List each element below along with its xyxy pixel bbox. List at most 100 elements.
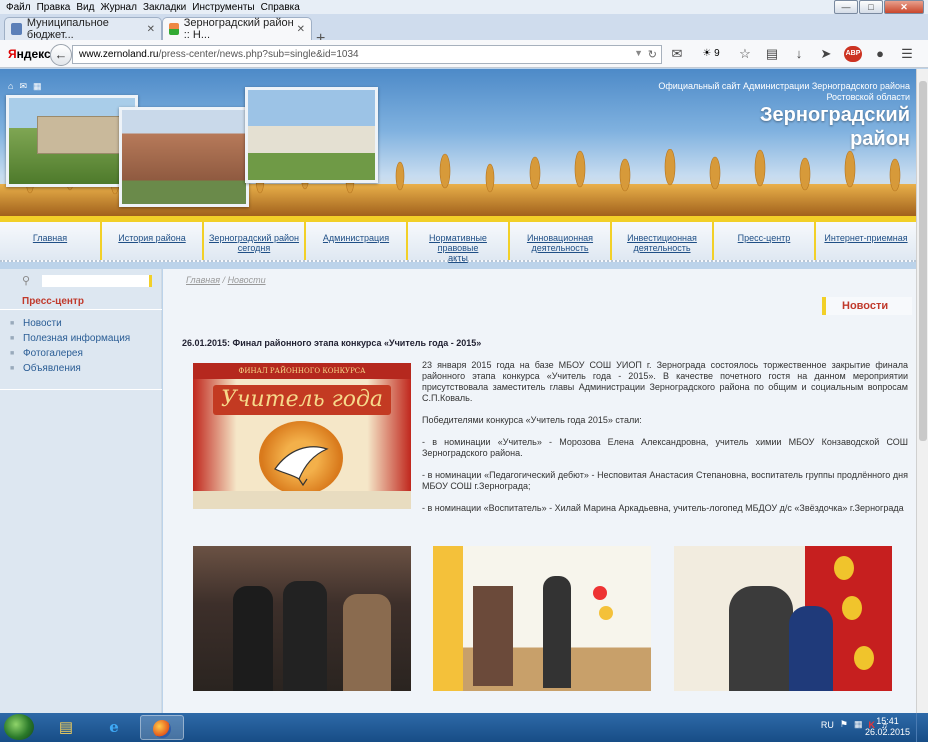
menu-history[interactable]: Журнал [100, 2, 137, 13]
vertical-scrollbar[interactable] [916, 69, 928, 713]
nav-innovation[interactable]: Инновационная деятельность [508, 222, 610, 260]
article-paragraph: Победителями конкурса «Учитель года 2015… [422, 415, 642, 425]
close-icon[interactable]: ✕ [297, 24, 305, 35]
address-bar[interactable]: www.zernoland.ru/press-center/news.php?s… [72, 45, 662, 64]
sidebar-item-label: Новости [23, 317, 62, 329]
book-icon [11, 23, 22, 35]
nav-press-center[interactable]: Пресс-центр [712, 222, 814, 260]
divider [0, 389, 162, 390]
toolbar-icons: ✉ ☀ 9 ☆ ▤ ↓ ➤ ABP ● ☰ [668, 46, 925, 62]
tab-label: Зерноградский район :: Н... [183, 17, 294, 41]
menu-edit[interactable]: Правка [37, 2, 71, 13]
clipboard-icon[interactable]: ▤ [763, 46, 781, 62]
search-icon[interactable]: ⚲ [22, 274, 36, 288]
menu-bookmarks[interactable]: Закладки [143, 2, 186, 13]
site-title-line-1: Зерноградский [760, 104, 910, 126]
nav-label: Зерноградский район [209, 233, 299, 243]
site-title: Зерноградский район [760, 103, 910, 151]
sidebar-item-announcements[interactable]: ■ Объявления [10, 362, 130, 374]
reload-icon[interactable]: ↻ [648, 48, 657, 61]
url-path: /press-center/news.php?sub=single&id=103… [158, 49, 359, 60]
article-paragraph: - в номинации «Педагогический дебют» - Н… [422, 470, 908, 491]
menu-view[interactable]: Вид [76, 2, 94, 13]
nav-label-2: деятельность [633, 243, 691, 253]
back-button[interactable]: ← [50, 44, 72, 66]
mail-icon[interactable]: ✉ [19, 81, 27, 92]
sitemap-icon[interactable]: ▦ [33, 81, 42, 92]
hamburger-menu-icon[interactable]: ☰ [898, 46, 916, 62]
nav-legal-acts[interactable]: Нормативные правовые акты [406, 222, 508, 263]
home-icon[interactable]: ⌂ [8, 81, 13, 92]
maximize-button[interactable]: □ [859, 0, 883, 14]
menu-file[interactable]: Файл [6, 2, 31, 13]
show-desktop-button[interactable] [916, 713, 928, 742]
scrollbar-thumb[interactable] [919, 81, 927, 441]
network-icon[interactable]: ▦ [854, 719, 863, 730]
clock[interactable]: 15:41 26.02.2015 [865, 716, 910, 738]
language-indicator[interactable]: RU [821, 720, 834, 730]
mail-icon[interactable]: ✉ [668, 46, 686, 62]
tab-bar: Муниципальное бюджет... ✕ Зерноградский … [0, 14, 928, 47]
nav-label-2: деятельность [531, 243, 589, 253]
nav-district-today[interactable]: Зерноградский район сегодня [202, 222, 304, 260]
gallery-photo-audience[interactable] [193, 546, 411, 691]
nav-label: Администрация [322, 233, 390, 243]
church-photo [245, 87, 378, 183]
bookmark-star-icon[interactable]: ☆ [736, 46, 754, 62]
tab-label: Муниципальное бюджет... [26, 17, 109, 41]
nav-history[interactable]: История района [100, 222, 202, 260]
send-icon[interactable]: ➤ [817, 46, 835, 62]
tab-zernoland[interactable]: Зерноградский район :: Н... ✕ [162, 17, 312, 41]
explorer-taskbar-icon[interactable]: ▤ [44, 715, 88, 740]
logo-rest: ндекс [16, 47, 51, 61]
menu-tools[interactable]: Инструменты [192, 2, 254, 13]
article-paragraph: - в номинации «Воспитатель» - Хилай Мари… [422, 503, 904, 513]
bullet-icon: ■ [10, 350, 15, 357]
nav-administration[interactable]: Администрация [304, 222, 406, 260]
divider [0, 309, 162, 310]
tab-municipal[interactable]: Муниципальное бюджет... ✕ [4, 17, 162, 41]
official-line-1: Официальный сайт Администрации Зерноград… [658, 81, 910, 91]
gallery-photo-award[interactable] [674, 546, 892, 691]
menu-help[interactable]: Справка [261, 2, 300, 13]
nav-label: Пресс-центр [737, 233, 791, 243]
nav-investment[interactable]: Инвестиционная деятельность [610, 222, 712, 260]
site-favicon-icon [169, 23, 179, 35]
sidebar-item-label: Полезная информация [23, 332, 131, 344]
official-line-2: Ростовской области [826, 92, 910, 102]
sidebar-item-news[interactable]: ■ Новости [10, 317, 130, 329]
nav-label: Инвестиционная [627, 233, 697, 243]
page-viewport: ⌂ ✉ ▦ Официальный сайт Администрации Зер… [0, 69, 916, 713]
gallery-photo-stage[interactable] [433, 546, 651, 691]
nav-label: Главная [32, 233, 68, 243]
breadcrumb-home[interactable]: Главная [186, 275, 220, 285]
sidebar-item-photogallery[interactable]: ■ Фотогалерея [10, 347, 130, 359]
breadcrumb: Главная / Новости [186, 275, 266, 285]
url-dropdown-icon[interactable]: ▼ [634, 48, 643, 58]
teacher-of-year-photo[interactable]: ФИНАЛ РАЙОННОГО КОНКУРСА Учитель года [193, 363, 411, 509]
nav-home[interactable]: Главная [0, 222, 100, 260]
breadcrumb-separator: / [220, 275, 228, 285]
adblock-icon[interactable]: ABP [844, 46, 862, 62]
flag-icon[interactable]: ⚑ [840, 719, 848, 730]
weather-widget[interactable]: ☀ 9 [695, 46, 727, 62]
main-navigation: Главная История района Зерноградский рай… [0, 222, 916, 263]
start-button[interactable] [4, 714, 34, 740]
search-input[interactable] [42, 275, 152, 287]
breadcrumb-news[interactable]: Новости [228, 275, 266, 285]
close-window-button[interactable]: ✕ [884, 0, 924, 14]
photo-banner-title: Учитель года [213, 385, 391, 415]
yandex-logo[interactable]: Яндекс [8, 47, 51, 61]
navigation-toolbar: Яндекс ← www.zernoland.ru/press-center/n… [0, 40, 928, 68]
bullet-icon: ■ [10, 335, 15, 342]
sidebar-item-useful-info[interactable]: ■ Полезная информация [10, 332, 130, 344]
firefox-taskbar-icon[interactable] [140, 715, 184, 740]
minimize-button[interactable]: — [834, 0, 858, 14]
close-icon[interactable]: ✕ [147, 24, 155, 35]
nav-reception[interactable]: Интернет-приемная [814, 222, 916, 260]
sidebar: ⚲ Пресс-центр ■ Новости ■ Полезная информа… [0, 269, 162, 713]
download-icon[interactable]: ↓ [790, 46, 808, 62]
weather-temp: 9 [714, 48, 720, 59]
internet-explorer-taskbar-icon[interactable]: e [92, 715, 136, 740]
chat-icon[interactable]: ● [871, 46, 889, 62]
